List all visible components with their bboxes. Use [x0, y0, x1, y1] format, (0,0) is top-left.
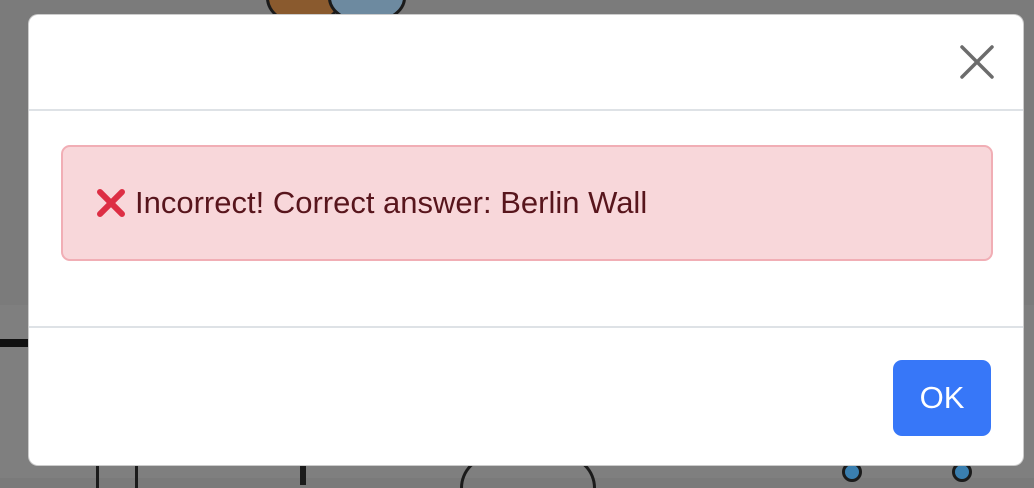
- dialog-header: [29, 15, 1023, 111]
- background-line: [0, 339, 28, 347]
- dialog-footer: OK: [29, 326, 1023, 465]
- dialog-body: Incorrect! Correct answer: Berlin Wall: [29, 111, 1023, 326]
- result-dialog: Incorrect! Correct answer: Berlin Wall O…: [28, 14, 1024, 466]
- close-button[interactable]: [957, 42, 997, 82]
- close-icon: [960, 45, 994, 79]
- cross-mark-icon: [95, 187, 127, 219]
- incorrect-alert: Incorrect! Correct answer: Berlin Wall: [61, 145, 993, 261]
- alert-message: Incorrect! Correct answer: Berlin Wall: [135, 185, 648, 220]
- ok-button[interactable]: OK: [893, 360, 991, 436]
